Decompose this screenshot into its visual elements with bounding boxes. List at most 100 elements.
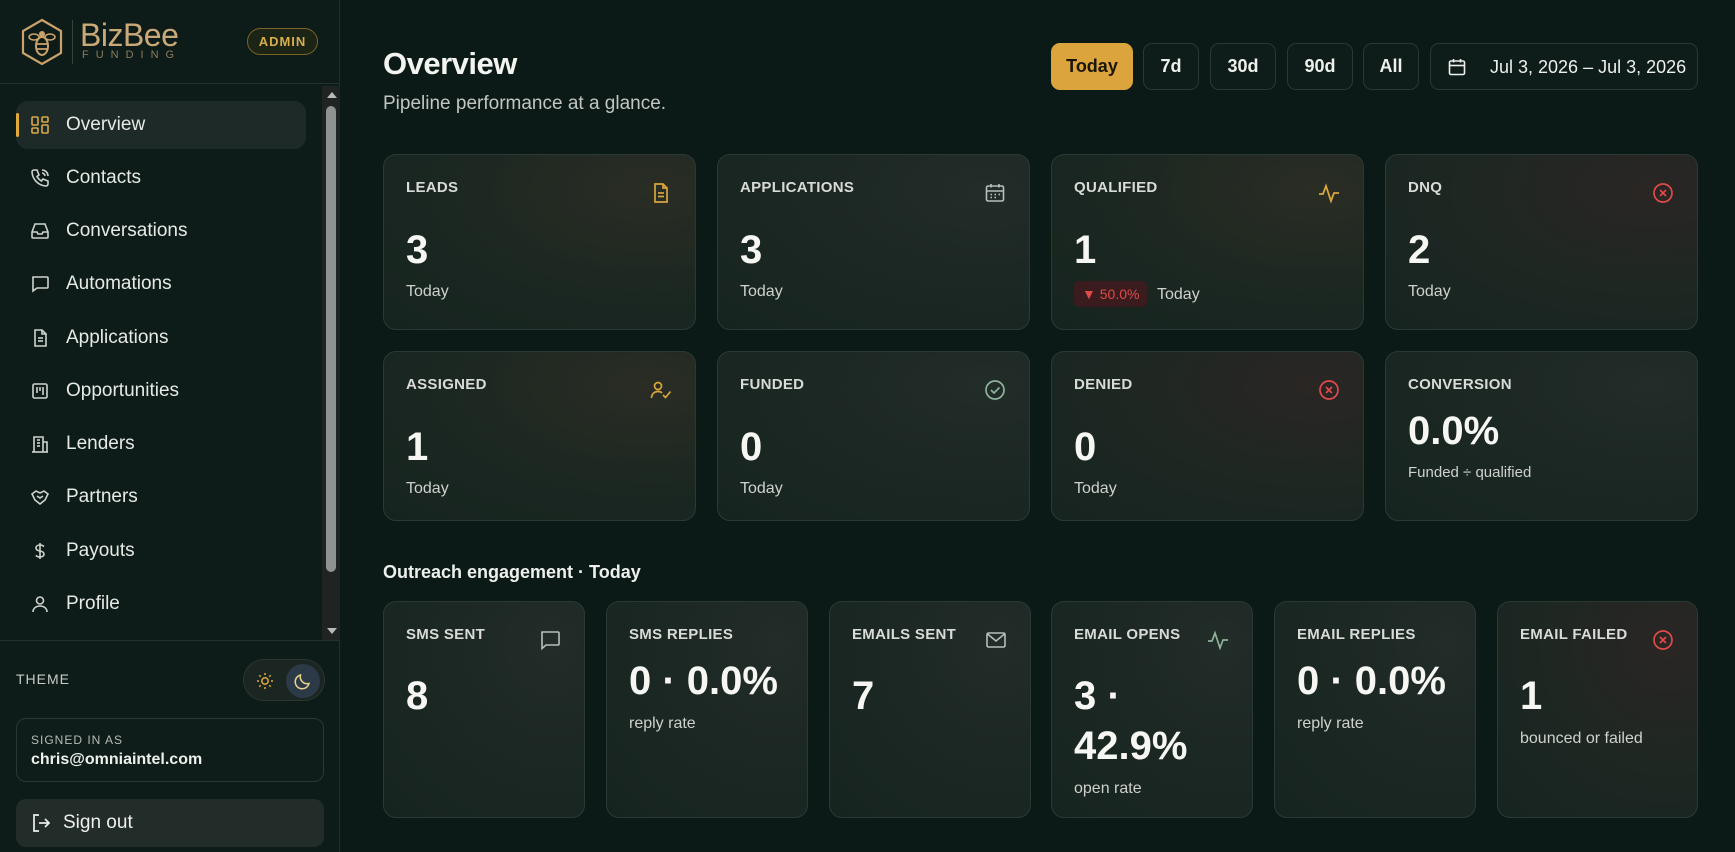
stat-label: LEADS bbox=[406, 179, 459, 196]
sidebar-item-conversations[interactable]: Conversations bbox=[16, 207, 306, 255]
stat-card-dnq: DNQ 2 Today bbox=[1385, 154, 1698, 330]
outreach-value: 8 bbox=[406, 674, 429, 718]
light-theme-button[interactable] bbox=[248, 664, 282, 698]
stat-value: 2 bbox=[1408, 228, 1431, 272]
bee-logo-icon bbox=[21, 18, 63, 66]
outreach-value: 0 · 0.0% bbox=[629, 659, 778, 703]
dollar-icon bbox=[35, 543, 45, 559]
moon-icon bbox=[294, 673, 311, 690]
check-circle-icon bbox=[985, 380, 1005, 400]
sidebar-item-label: Profile bbox=[66, 593, 120, 614]
calendar-icon bbox=[1448, 59, 1466, 76]
outreach-caption: reply rate bbox=[1297, 715, 1364, 732]
sign-out-button[interactable]: Sign out bbox=[16, 799, 324, 847]
stat-card-denied: DENIED 0 Today bbox=[1051, 351, 1364, 521]
user-icon bbox=[32, 596, 48, 613]
range-today-button[interactable]: Today bbox=[1051, 43, 1133, 90]
sidebar-item-partners[interactable]: Partners bbox=[16, 473, 306, 521]
x-circle-icon bbox=[1653, 630, 1673, 650]
sidebar-item-profile[interactable]: Profile bbox=[16, 580, 306, 628]
stat-period: Today bbox=[740, 283, 783, 300]
stat-label: CONVERSION bbox=[1408, 376, 1512, 393]
stat-card-leads: LEADS 3 Today bbox=[383, 154, 696, 330]
chat-bubble-icon bbox=[541, 631, 560, 651]
brand-divider bbox=[72, 20, 73, 64]
grid-icon bbox=[31, 116, 49, 134]
stat-card-qualified: QUALIFIED 1 ▼ 50.0% Today bbox=[1051, 154, 1364, 330]
admin-badge: ADMIN bbox=[247, 28, 318, 55]
activity-icon bbox=[1319, 183, 1339, 204]
stat-label: DENIED bbox=[1074, 376, 1133, 393]
outreach-card-email-replies: EMAIL REPLIES 0 · 0.0% reply rate bbox=[1274, 601, 1476, 818]
sidebar-item-contacts[interactable]: Contacts bbox=[16, 154, 306, 202]
sidebar-footer: THEME SIGNED IN AS chris@omniaintel.com … bbox=[0, 640, 340, 852]
sign-out-icon bbox=[33, 814, 51, 832]
outreach-label: EMAILS SENT bbox=[852, 626, 957, 643]
sidebar-item-label: Contacts bbox=[66, 167, 141, 188]
sign-out-label: Sign out bbox=[63, 812, 133, 833]
stat-label: APPLICATIONS bbox=[740, 179, 855, 196]
chat-bubble-icon bbox=[32, 276, 49, 293]
inbox-icon bbox=[31, 223, 49, 239]
range-7d-button[interactable]: 7d bbox=[1143, 43, 1199, 90]
stat-value: 1 bbox=[406, 425, 429, 469]
stat-label: DNQ bbox=[1408, 179, 1443, 196]
outreach-card-email-opens: EMAIL OPENS 3 · 42.9% open rate bbox=[1051, 601, 1253, 818]
calendar-icon bbox=[985, 184, 1005, 202]
phone-icon bbox=[31, 169, 49, 187]
page-subtitle: Pipeline performance at a glance. bbox=[383, 93, 667, 114]
sidebar-item-lenders[interactable]: Lenders bbox=[16, 420, 306, 468]
theme-toggle[interactable] bbox=[243, 659, 325, 701]
page-title: Overview bbox=[383, 46, 517, 81]
stat-period: Today bbox=[1074, 480, 1117, 497]
outreach-card-emails-sent: EMAILS SENT 7 bbox=[829, 601, 1031, 818]
outreach-label: EMAIL FAILED bbox=[1520, 626, 1628, 643]
stat-value: 0 bbox=[740, 425, 763, 469]
sidebar-scrollbar[interactable] bbox=[322, 86, 340, 640]
range-30d-button[interactable]: 30d bbox=[1210, 43, 1276, 90]
outreach-label: SMS SENT bbox=[406, 626, 486, 643]
sidebar-nav: Overview Contacts Conversations Automati… bbox=[0, 90, 322, 640]
stat-value: 3 bbox=[406, 228, 429, 272]
outreach-value: 1 bbox=[1520, 674, 1543, 718]
stat-card-funded: FUNDED 0 Today bbox=[717, 351, 1030, 521]
dark-theme-button[interactable] bbox=[286, 664, 320, 698]
stat-period: Today bbox=[1157, 286, 1200, 303]
outreach-caption: bounced or failed bbox=[1520, 730, 1643, 747]
date-range-label: Jul 3, 2026 – Jul 3, 2026 bbox=[1490, 57, 1687, 77]
outreach-card-sms-sent: SMS SENT 8 bbox=[383, 601, 585, 818]
stat-value: 0 bbox=[1074, 425, 1097, 469]
outreach-label: EMAIL OPENS bbox=[1074, 626, 1181, 643]
brand: BizBee FUNDING ADMIN bbox=[0, 0, 339, 84]
outreach-caption: reply rate bbox=[629, 715, 696, 732]
brand-subtitle: FUNDING bbox=[82, 49, 182, 61]
outreach-value: 0 · 0.0% bbox=[1297, 659, 1446, 703]
date-range-picker[interactable]: Jul 3, 2026 – Jul 3, 2026 bbox=[1430, 43, 1698, 90]
sidebar-item-overview[interactable]: Overview bbox=[16, 101, 306, 149]
signed-in-email: chris@omniaintel.com bbox=[31, 751, 203, 768]
sidebar-item-opportunities[interactable]: Opportunities bbox=[16, 367, 306, 415]
x-circle-icon bbox=[1319, 380, 1339, 400]
sidebar-item-automations[interactable]: Automations bbox=[16, 260, 306, 308]
stat-caption: Funded ÷ qualified bbox=[1408, 464, 1532, 481]
outreach-value: 7 bbox=[852, 674, 875, 718]
sidebar-item-label: Overview bbox=[66, 114, 146, 135]
scroll-down-arrow-icon[interactable] bbox=[327, 628, 337, 634]
stat-period: Today bbox=[406, 480, 449, 497]
range-all-button[interactable]: All bbox=[1363, 43, 1419, 90]
stat-value: 1 bbox=[1074, 228, 1097, 272]
signed-in-label: SIGNED IN AS bbox=[31, 733, 124, 747]
stat-label: QUALIFIED bbox=[1074, 179, 1158, 196]
sidebar-item-label: Opportunities bbox=[66, 380, 180, 401]
sidebar-item-payouts[interactable]: Payouts bbox=[16, 527, 306, 575]
sidebar-item-label: Applications bbox=[66, 327, 169, 348]
document-icon bbox=[34, 329, 47, 347]
sidebar-item-applications[interactable]: Applications bbox=[16, 314, 306, 362]
x-circle-icon bbox=[1653, 183, 1673, 203]
stat-period: Today bbox=[1408, 283, 1451, 300]
scroll-thumb[interactable] bbox=[326, 106, 336, 572]
range-90d-button[interactable]: 90d bbox=[1287, 43, 1353, 90]
outreach-caption: open rate bbox=[1074, 780, 1142, 797]
scroll-up-arrow-icon[interactable] bbox=[327, 92, 337, 98]
sidebar-item-label: Lenders bbox=[66, 433, 135, 454]
